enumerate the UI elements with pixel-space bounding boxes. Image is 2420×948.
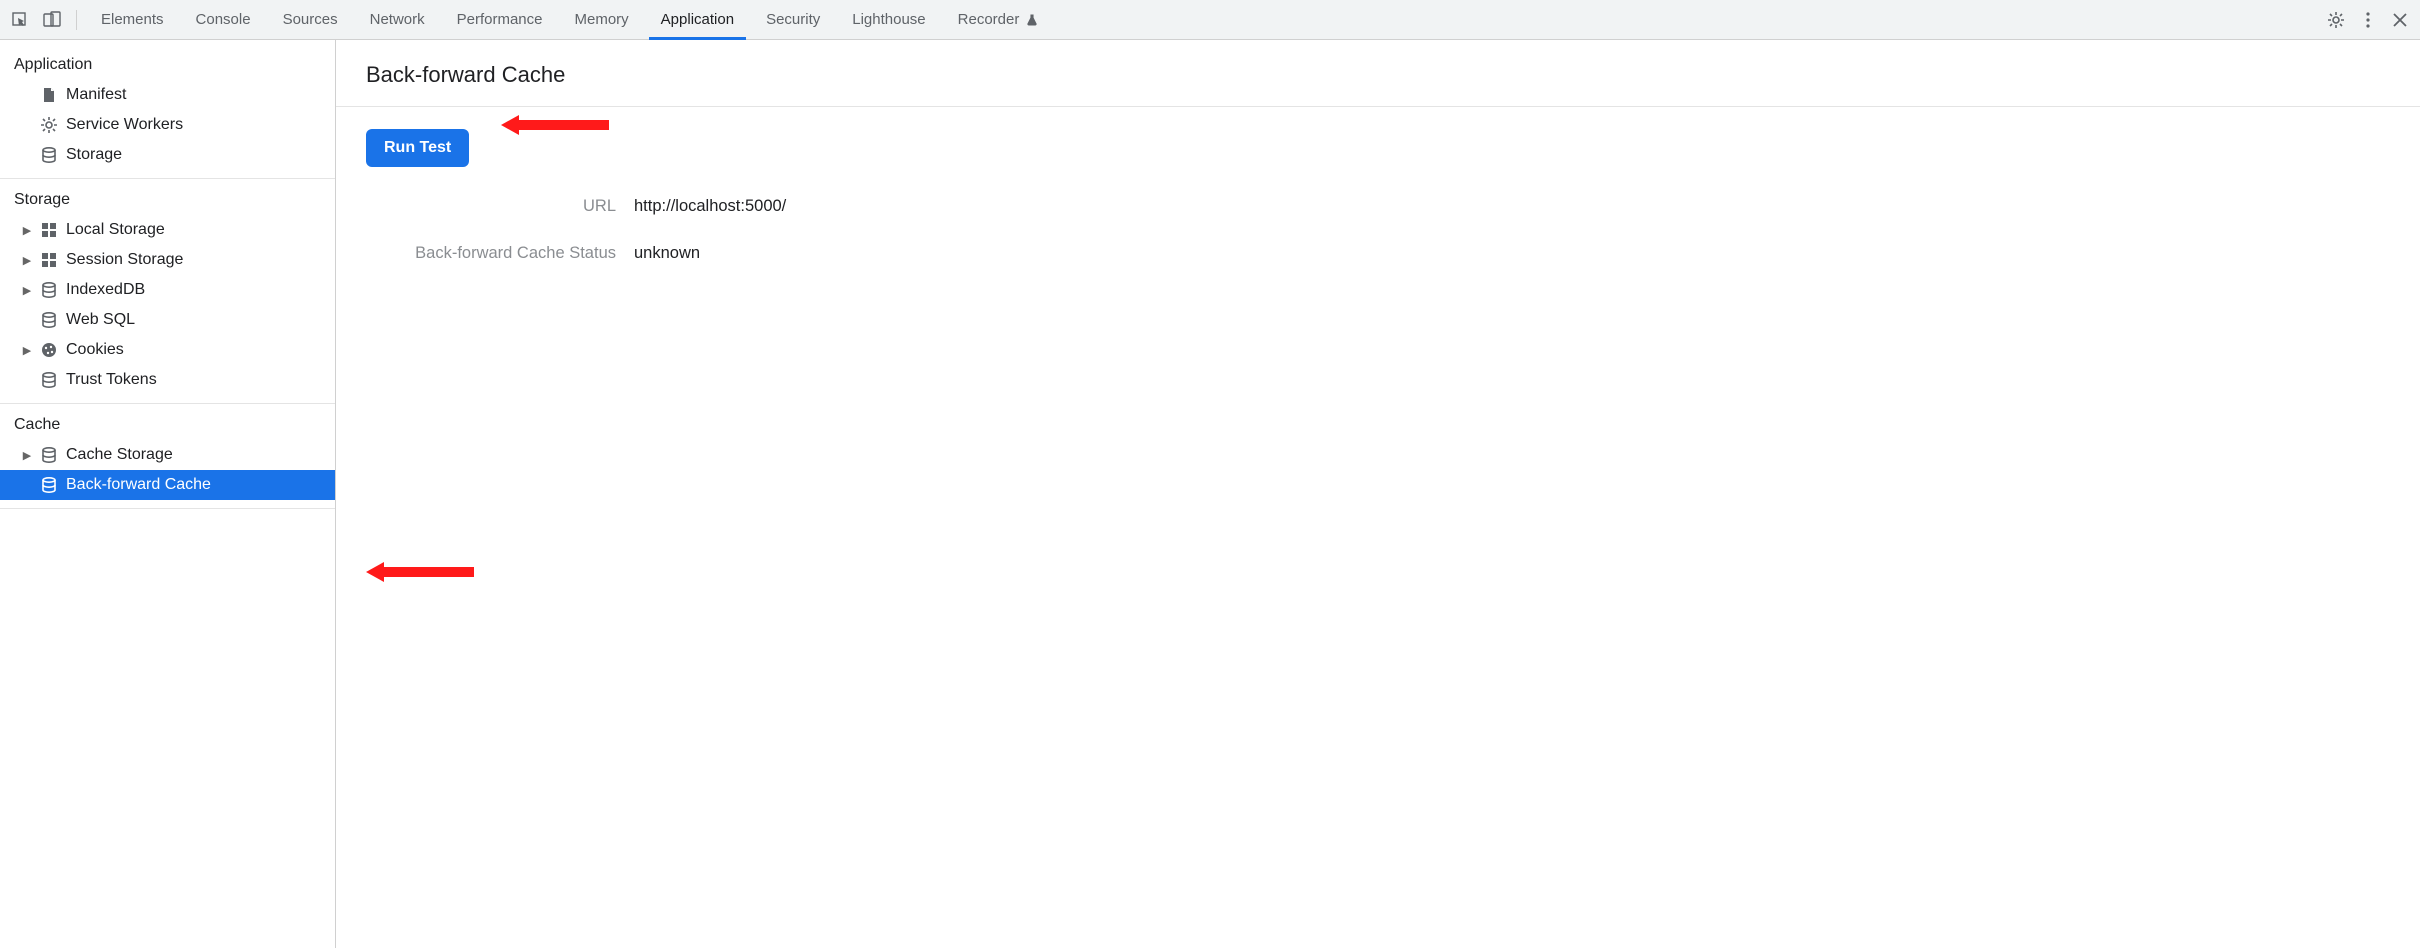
bfcache-status-table: URL http://localhost:5000/ Back-forward … xyxy=(366,197,2390,263)
row-label: Back-forward Cache Status xyxy=(366,244,616,263)
sidebar-item-back-forward-cache[interactable]: ▶ Back-forward Cache xyxy=(0,470,335,500)
table-row: Back-forward Cache Status unknown xyxy=(366,244,2390,263)
database-icon xyxy=(40,311,58,329)
close-devtools-icon[interactable] xyxy=(2386,6,2414,34)
tab-label: Network xyxy=(370,11,425,28)
sidebar-item-label: Service Workers xyxy=(66,116,183,134)
tab-label: Performance xyxy=(457,11,543,28)
database-icon xyxy=(40,476,58,494)
tab-sources[interactable]: Sources xyxy=(269,0,352,39)
database-icon xyxy=(40,371,58,389)
tab-label: Console xyxy=(196,11,251,28)
run-test-button[interactable]: Run Test xyxy=(366,129,469,167)
sidebar-group-cache: Cache ▶ Cache Storage ▶ Back-forward Cac… xyxy=(0,404,335,509)
tabbar-divider xyxy=(76,10,77,30)
annotation-arrow xyxy=(501,115,609,135)
tab-security[interactable]: Security xyxy=(752,0,834,39)
sidebar-item-label: Session Storage xyxy=(66,251,183,269)
grid-icon xyxy=(40,221,58,239)
cookie-icon xyxy=(40,341,58,359)
tab-label: Memory xyxy=(575,11,629,28)
database-icon xyxy=(40,446,58,464)
expand-icon[interactable]: ▶ xyxy=(22,224,32,237)
sidebar-item-label: Web SQL xyxy=(66,311,135,329)
tab-console[interactable]: Console xyxy=(182,0,265,39)
panel-title: Back-forward Cache xyxy=(336,40,2420,107)
database-icon xyxy=(40,281,58,299)
tab-label: Recorder xyxy=(958,11,1020,28)
gear-icon xyxy=(40,116,58,134)
tab-recorder[interactable]: Recorder xyxy=(944,0,1054,39)
sidebar-item-label: Cookies xyxy=(66,341,124,359)
expand-icon[interactable]: ▶ xyxy=(22,254,32,267)
database-icon xyxy=(40,146,58,164)
more-menu-icon[interactable] xyxy=(2354,6,2382,34)
sidebar-item-label: Local Storage xyxy=(66,221,165,239)
expand-icon[interactable]: ▶ xyxy=(22,344,32,357)
sidebar-item-label: Trust Tokens xyxy=(66,371,157,389)
sidebar-item-label: IndexedDB xyxy=(66,281,145,299)
tab-performance[interactable]: Performance xyxy=(443,0,557,39)
settings-icon[interactable] xyxy=(2322,6,2350,34)
tab-label: Security xyxy=(766,11,820,28)
sidebar-item-label: Manifest xyxy=(66,86,126,104)
sidebar-group-storage: Storage ▶ Local Storage ▶ Session Storag… xyxy=(0,179,335,404)
sidebar-item-session-storage[interactable]: ▶ Session Storage xyxy=(0,245,335,275)
tab-elements[interactable]: Elements xyxy=(87,0,178,39)
tab-label: Sources xyxy=(283,11,338,28)
expand-icon[interactable]: ▶ xyxy=(22,449,32,462)
row-label: URL xyxy=(366,197,616,216)
tab-label: Elements xyxy=(101,11,164,28)
tab-label: Application xyxy=(661,11,734,28)
sidebar-group-application: Application ▶ Manifest ▶ Service Workers… xyxy=(0,44,335,179)
tab-memory[interactable]: Memory xyxy=(561,0,643,39)
devtools-tabbar: Elements Console Sources Network Perform… xyxy=(0,0,2420,40)
expand-icon[interactable]: ▶ xyxy=(22,284,32,297)
tab-application[interactable]: Application xyxy=(647,0,748,39)
sidebar-item-service-workers[interactable]: ▶ Service Workers xyxy=(0,110,335,140)
sidebar-item-web-sql[interactable]: ▶ Web SQL xyxy=(0,305,335,335)
back-forward-cache-panel: Back-forward Cache Run Test URL http://l… xyxy=(336,40,2420,948)
sidebar-group-title: Cache xyxy=(0,408,335,440)
application-sidebar: Application ▶ Manifest ▶ Service Workers… xyxy=(0,40,336,948)
sidebar-group-title: Application xyxy=(0,48,335,80)
annotation-arrow xyxy=(366,562,474,582)
row-value: http://localhost:5000/ xyxy=(634,197,786,216)
sidebar-item-label: Back-forward Cache xyxy=(66,476,211,494)
sidebar-item-cache-storage[interactable]: ▶ Cache Storage xyxy=(0,440,335,470)
device-toolbar-icon[interactable] xyxy=(38,6,66,34)
sidebar-item-cookies[interactable]: ▶ Cookies xyxy=(0,335,335,365)
inspect-element-icon[interactable] xyxy=(6,6,34,34)
tab-label: Lighthouse xyxy=(852,11,925,28)
sidebar-item-manifest[interactable]: ▶ Manifest xyxy=(0,80,335,110)
sidebar-group-title: Storage xyxy=(0,183,335,215)
table-row: URL http://localhost:5000/ xyxy=(366,197,2390,216)
sidebar-item-storage[interactable]: ▶ Storage xyxy=(0,140,335,170)
tab-lighthouse[interactable]: Lighthouse xyxy=(838,0,939,39)
tab-network[interactable]: Network xyxy=(356,0,439,39)
sidebar-item-label: Cache Storage xyxy=(66,446,173,464)
sidebar-item-indexeddb[interactable]: ▶ IndexedDB xyxy=(0,275,335,305)
file-icon xyxy=(40,86,58,104)
sidebar-item-local-storage[interactable]: ▶ Local Storage xyxy=(0,215,335,245)
row-value: unknown xyxy=(634,244,700,263)
grid-icon xyxy=(40,251,58,269)
sidebar-item-trust-tokens[interactable]: ▶ Trust Tokens xyxy=(0,365,335,395)
sidebar-item-label: Storage xyxy=(66,146,122,164)
flask-icon xyxy=(1025,13,1039,27)
